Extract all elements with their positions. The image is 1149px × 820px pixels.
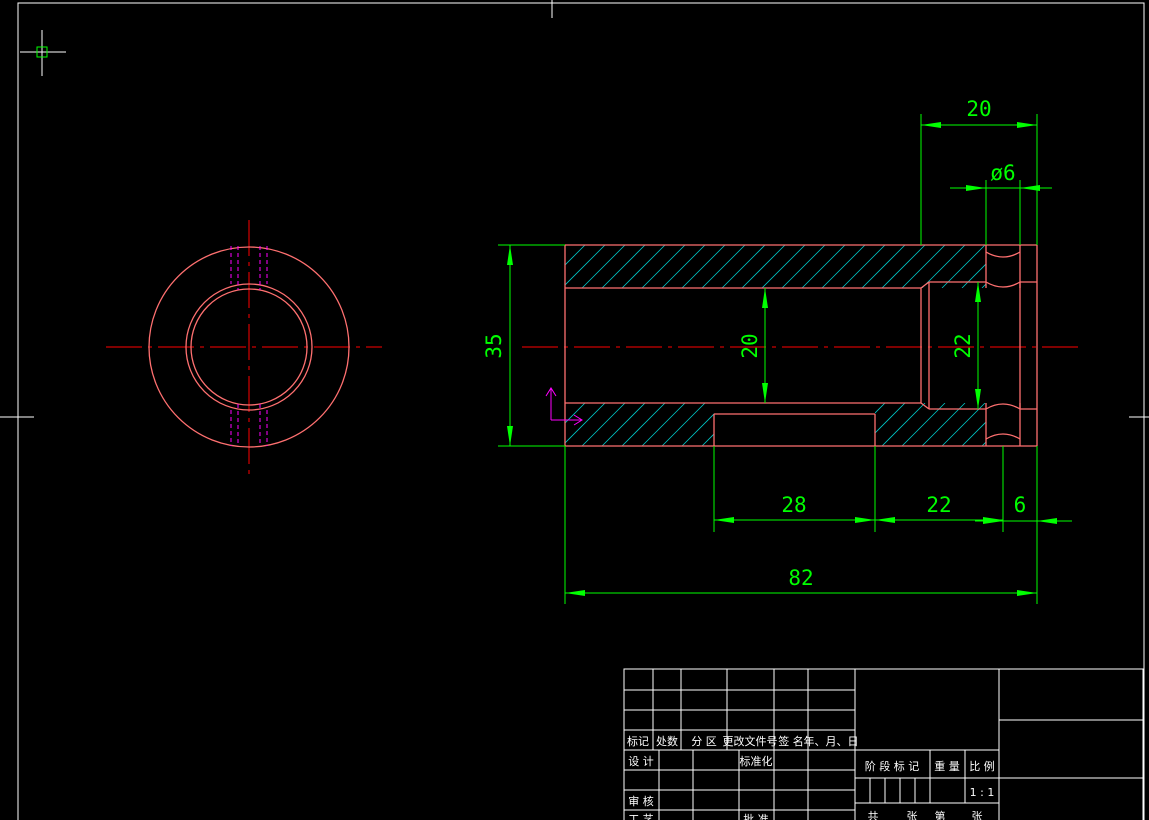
tb-sheets-total: 共	[868, 810, 879, 820]
hatch-line	[741, 403, 786, 446]
hatch-line	[681, 245, 726, 288]
hatch-line	[601, 403, 646, 446]
hatch-line	[621, 403, 666, 446]
hatch-line	[881, 403, 926, 446]
hatch-line	[781, 403, 826, 446]
hatch-line	[701, 403, 746, 446]
cursor-crosshair-icon	[20, 30, 66, 76]
hatch-line	[581, 245, 626, 288]
hatch-line	[565, 403, 606, 446]
tb-sheets-unit: 张	[907, 810, 918, 820]
hatch-line	[761, 245, 806, 288]
hatch-line	[565, 403, 566, 446]
hatch-line	[565, 245, 586, 266]
section-view	[522, 244, 1080, 447]
dim-counterbore-diameter: 22	[951, 333, 975, 358]
tb-standardize: 标准化	[740, 754, 773, 768]
tb-rev-marker: 标记	[627, 734, 649, 748]
tb-design: 设 计	[628, 755, 654, 768]
dim-mid-length: 22	[926, 493, 951, 517]
tb-rev-zone: 分 区	[691, 735, 717, 748]
hatch-line	[861, 245, 906, 288]
drawing-frame	[0, 0, 1149, 820]
hatch-line	[565, 245, 606, 286]
tb-sheet-no: 第	[935, 809, 946, 820]
tb-approve: 批 准	[743, 812, 769, 820]
front-view	[106, 220, 382, 478]
tb-review: 审 核	[628, 794, 654, 808]
dim-end-length: 6	[1014, 493, 1027, 517]
hatch-line	[661, 245, 706, 288]
tb-sheet-unit: 张	[972, 810, 983, 820]
cad-drawing-canvas[interactable]: 20 ø6 35 20 22 28 22 6 82 标记 处数 分 区 更改文件…	[0, 0, 1149, 820]
tb-scale: 比 例	[969, 759, 995, 773]
hatch-line	[881, 245, 926, 288]
front-view-centerlines	[106, 220, 382, 478]
dim-top-length: 20	[966, 97, 991, 121]
hatch-line	[641, 245, 686, 288]
hatch-line	[781, 245, 826, 288]
tb-stage-mark: 阶 段 标 记	[865, 759, 920, 773]
hatch-line	[565, 403, 586, 446]
hatch-line	[681, 403, 726, 446]
tb-weight: 重 量	[934, 759, 960, 773]
hatch-line	[981, 403, 986, 446]
dimensions: 20 ø6 35 20 22 28 22 6 82	[482, 97, 1072, 604]
hatch-line	[801, 245, 846, 288]
hatch-line	[721, 403, 766, 446]
ucs-icon	[545, 387, 583, 426]
hatch-line	[701, 245, 746, 288]
tb-process: 工 艺	[628, 813, 654, 820]
tb-rev-docno: 更改文件号	[723, 734, 778, 748]
hatch-line	[861, 403, 906, 446]
hatch-line	[621, 245, 666, 288]
hatch-line	[641, 403, 686, 446]
hatch-line	[981, 283, 986, 288]
dim-outer-diameter: 35	[482, 333, 506, 358]
title-block: 标记 处数 分 区 更改文件号 签 名 年、月、日 设 计 标准化 审 核 工 …	[623, 668, 1144, 820]
dim-slot-length: 28	[781, 493, 806, 517]
tb-rev-sign: 签 名	[778, 734, 804, 748]
tb-scale-value: 1 : 1	[970, 786, 995, 799]
dim-bore-diameter: 20	[738, 333, 762, 358]
hatch-line	[841, 245, 886, 288]
hatch-line	[801, 403, 846, 446]
hatch-line	[565, 245, 566, 246]
hatch-line	[761, 403, 806, 446]
hatch-line	[581, 403, 626, 446]
hatch-line	[601, 245, 646, 288]
hatch-line	[821, 245, 866, 288]
dim-total-length: 82	[788, 566, 813, 590]
hatch-line	[741, 245, 786, 288]
dim-hole-diameter: ø6	[990, 161, 1015, 185]
hatch-line	[721, 245, 766, 288]
hatch-line	[661, 403, 706, 446]
tb-rev-count: 处数	[656, 735, 678, 748]
tb-rev-date: 年、月、日	[804, 734, 859, 748]
section-hatch	[565, 245, 986, 446]
hatch-line	[821, 403, 866, 446]
hatch-line	[841, 403, 886, 446]
